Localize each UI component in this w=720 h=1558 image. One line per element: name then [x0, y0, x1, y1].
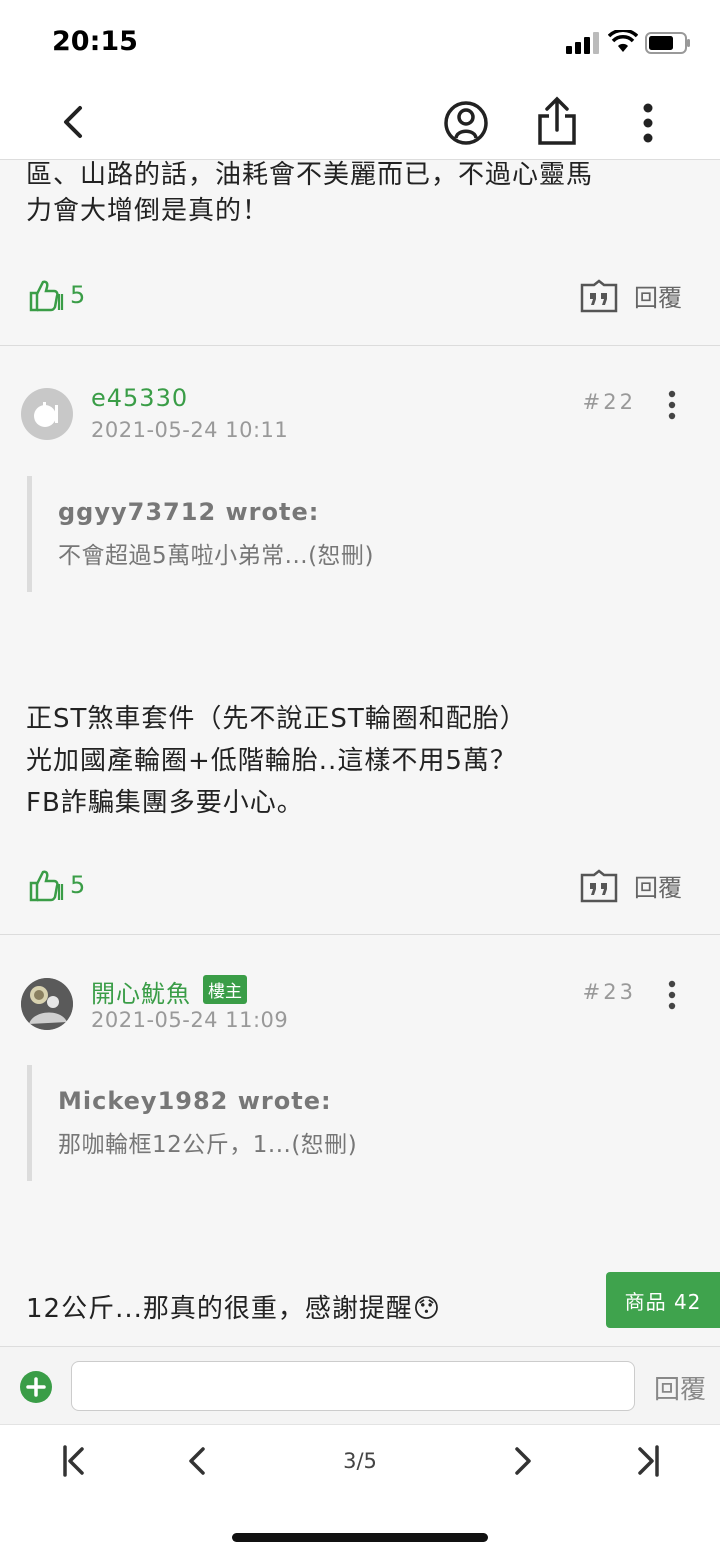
avatar[interactable] — [21, 978, 73, 1030]
share-icon[interactable] — [535, 96, 579, 146]
author-name[interactable]: e45330 — [91, 384, 188, 412]
reply-send-button[interactable]: 回覆 — [654, 1369, 706, 1406]
default-avatar-icon — [34, 402, 58, 427]
previous-post-actions: 5 回覆 — [0, 272, 720, 322]
last-page-icon[interactable] — [630, 1443, 666, 1479]
battery-icon — [645, 32, 690, 54]
reply-label: 回覆 — [634, 284, 682, 312]
thread-content[interactable]: 區、山路的話，油耗會不美麗而已，不過心靈馬 力會大增倒是真的！ 5 回覆 e45… — [0, 160, 720, 1346]
user-photo-icon — [21, 978, 73, 1030]
product-count-button[interactable]: 商品 42 — [606, 1272, 720, 1328]
like-button[interactable]: 5 — [28, 278, 85, 312]
thumbs-up-icon — [29, 280, 64, 312]
page-indicator[interactable]: 3/5 — [0, 1449, 720, 1473]
post-line: 力會大增倒是真的！ — [26, 196, 270, 226]
post-line: 正ST煞車套件（先不說正ST輪圈和配胎） — [26, 704, 527, 734]
quote-block: ggyy73712 wrote: 不會超過5萬啦小弟常...(恕刪) — [27, 476, 687, 592]
divider — [0, 345, 720, 346]
floor-number: #23 — [582, 980, 636, 1004]
quote-text: 不會超過5萬啦小弟常...(恕刪) — [58, 543, 375, 569]
status-bar: 20:15 — [0, 0, 720, 84]
status-time: 20:15 — [52, 26, 138, 57]
post-body: 正ST煞車套件（先不說正ST輪圈和配胎） 光加國產輪圈+低階輪胎..這樣不用5萬… — [0, 698, 720, 824]
pagination-bar: 3/5 — [0, 1424, 720, 1558]
quote-reply-icon — [580, 278, 618, 312]
previous-post-text: 區、山路的話，油耗會不美麗而已，不過心靈馬 力會大增倒是真的！ — [0, 160, 720, 232]
quote-reply-icon — [580, 868, 618, 902]
reply-label: 回覆 — [634, 874, 682, 902]
profile-icon[interactable] — [443, 100, 489, 146]
post-more-icon[interactable] — [664, 390, 680, 420]
post-header: 開心魷魚 樓主 2021-05-24 11:09 #23 — [0, 975, 720, 1058]
nav-bar — [0, 84, 720, 160]
add-attachment-icon[interactable] — [19, 1370, 53, 1404]
author-name[interactable]: 開心魷魚 — [91, 974, 191, 1009]
post-date: 2021-05-24 11:09 — [91, 1008, 289, 1032]
post-actions: 5 回覆 — [0, 862, 720, 912]
reply-button[interactable]: 回覆 — [580, 868, 682, 903]
wifi-icon — [608, 30, 638, 52]
reply-bar: 回覆 — [0, 1346, 720, 1424]
quote-text: 那咖輪框12公斤，1...(恕刪) — [58, 1132, 358, 1158]
quote-author: Mickey1982 wrote: — [58, 1087, 332, 1115]
reply-input[interactable] — [71, 1361, 635, 1411]
avatar[interactable] — [21, 388, 73, 440]
post-date: 2021-05-24 10:11 — [91, 418, 289, 442]
like-button[interactable]: 5 — [28, 868, 85, 902]
reply-button[interactable]: 回覆 — [580, 278, 682, 313]
back-button[interactable] — [54, 100, 94, 144]
post-line: FB詐騙集團多要小心。 — [26, 788, 304, 818]
post-line: 光加國產輪圈+低階輪胎..這樣不用5萬？ — [26, 746, 517, 776]
op-badge: 樓主 — [203, 975, 247, 1004]
more-options-icon[interactable] — [636, 102, 660, 144]
like-count: 5 — [70, 281, 86, 309]
next-page-icon[interactable] — [504, 1443, 540, 1479]
floor-number: #22 — [582, 390, 636, 414]
quote-block: Mickey1982 wrote: 那咖輪框12公斤，1...(恕刪) — [27, 1065, 687, 1181]
signal-icon — [566, 32, 599, 54]
post-header: e45330 2021-05-24 10:11 #22 — [0, 384, 720, 468]
like-count: 5 — [70, 871, 86, 899]
post-more-icon[interactable] — [664, 980, 680, 1010]
home-indicator[interactable] — [232, 1533, 488, 1542]
divider — [0, 934, 720, 935]
quote-author: ggyy73712 wrote: — [58, 498, 320, 526]
thumbs-up-icon — [29, 870, 64, 902]
